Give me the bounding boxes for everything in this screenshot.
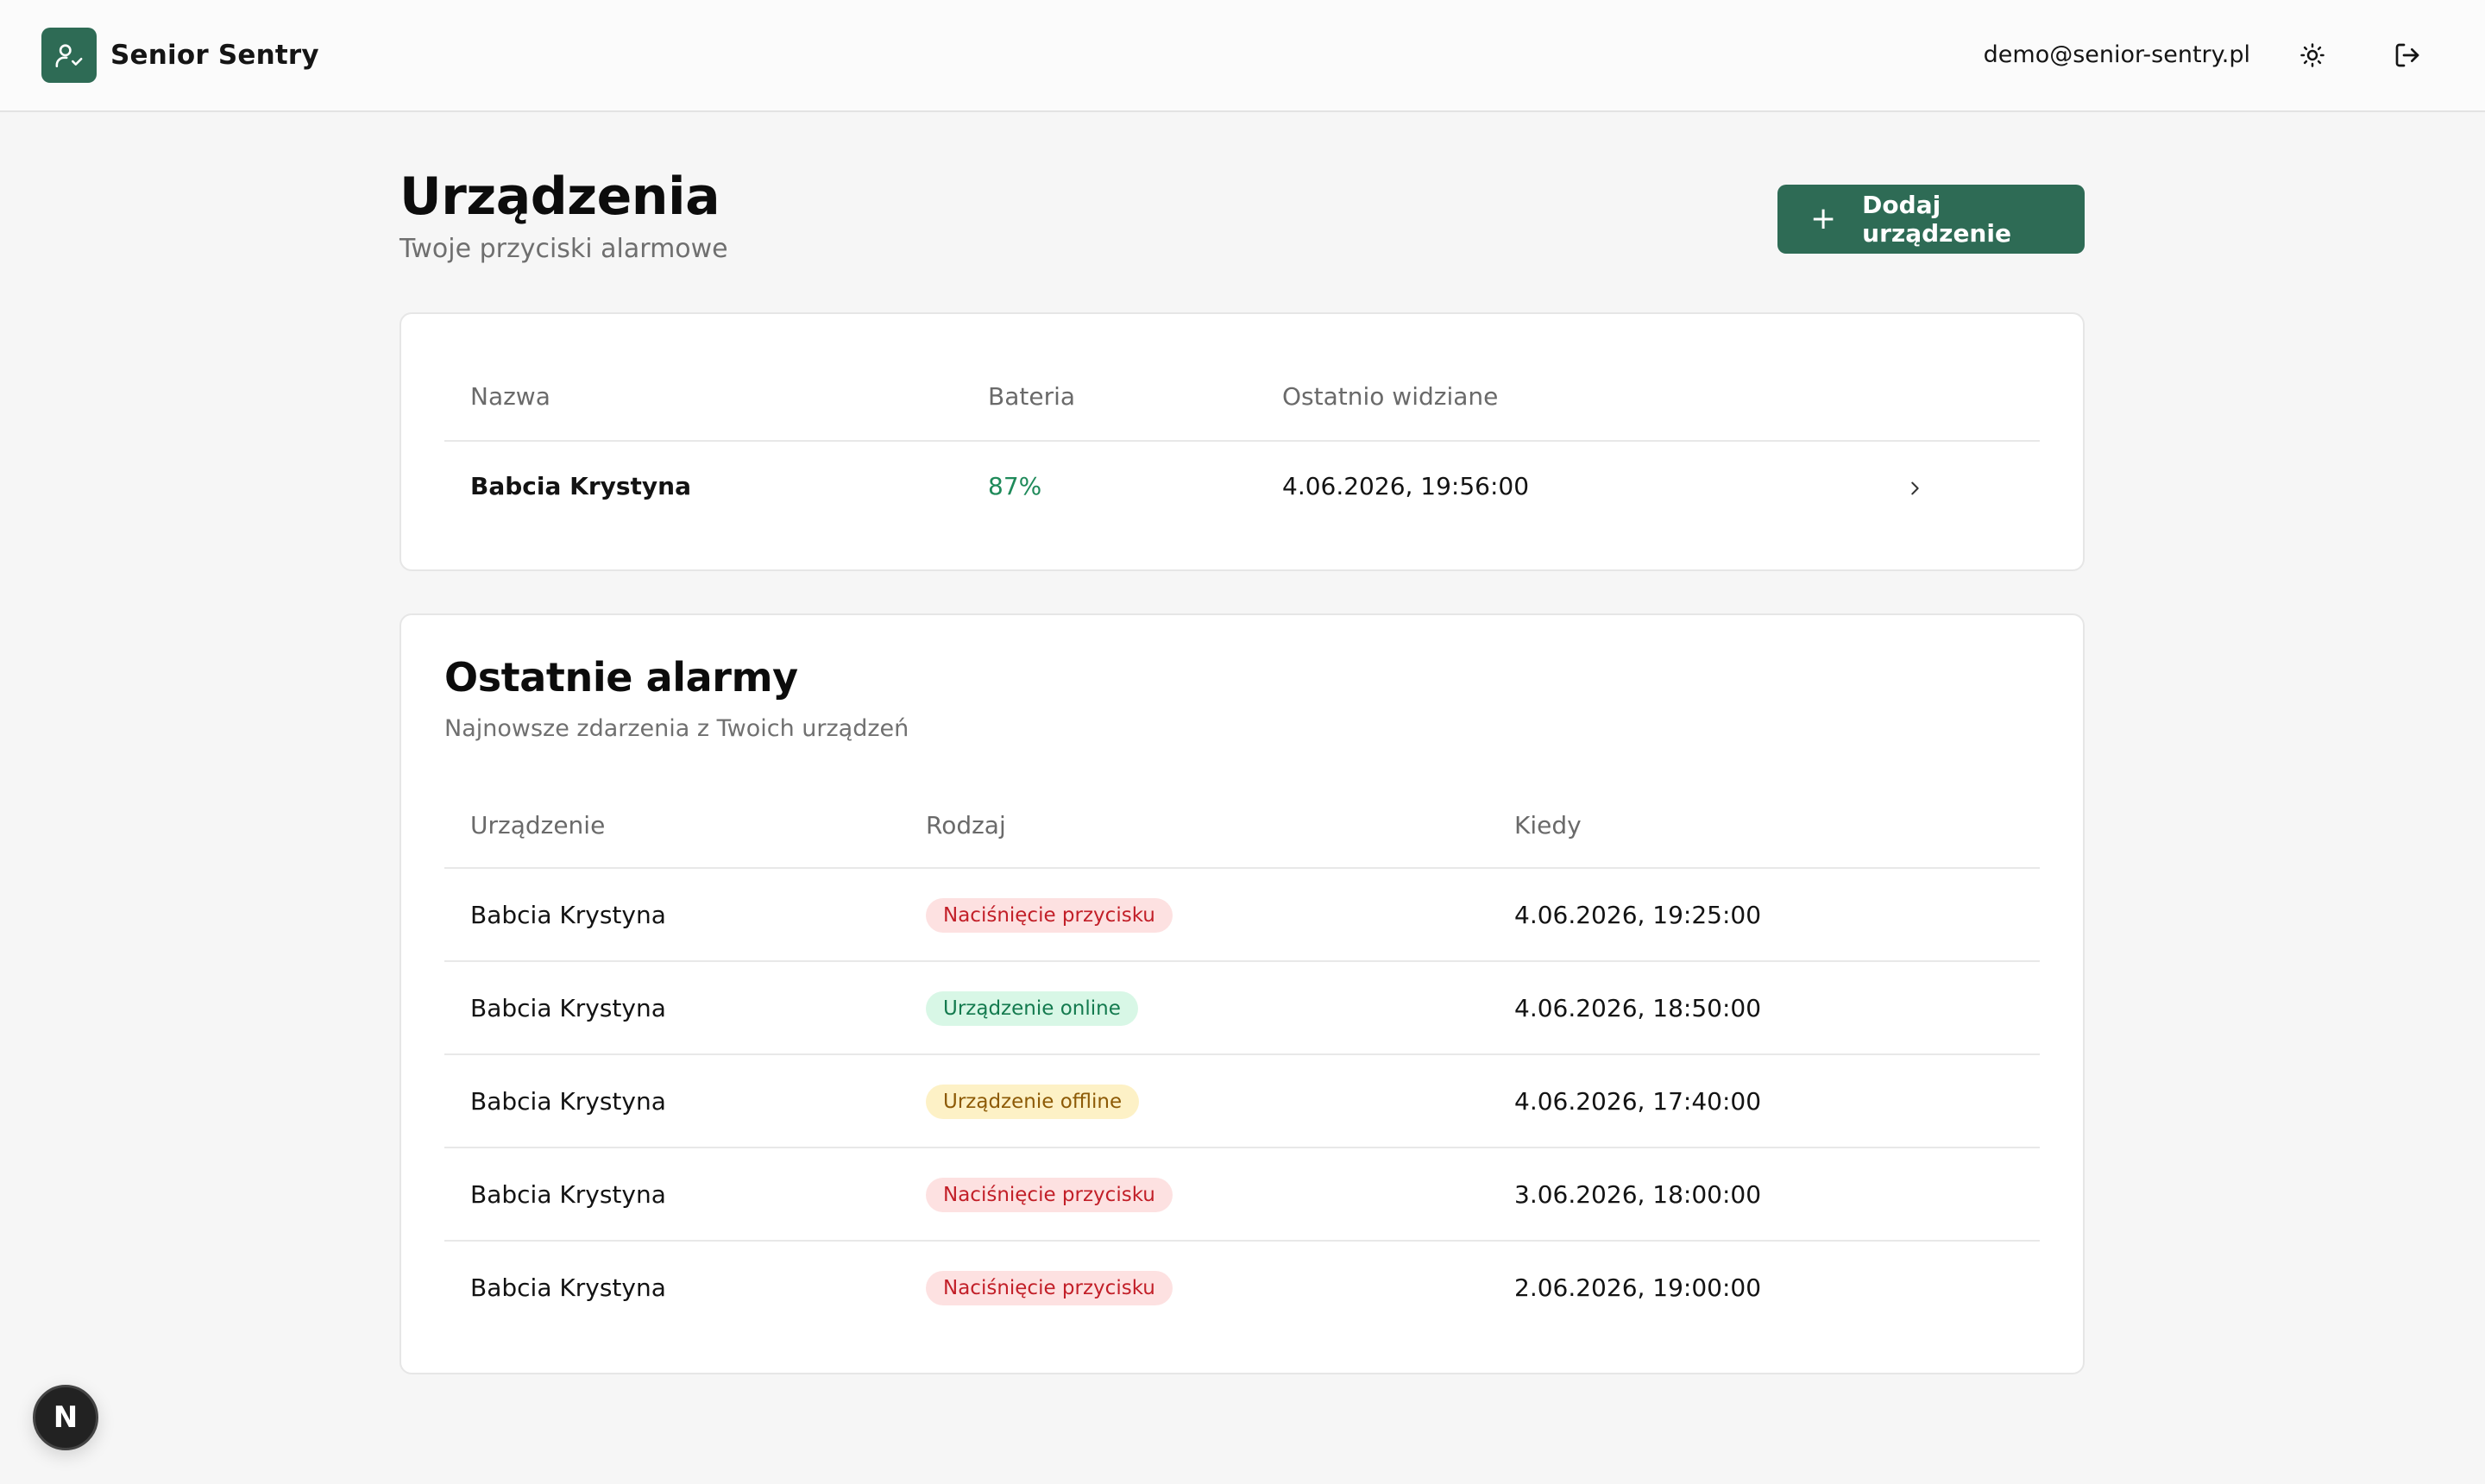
- table-divider: [444, 867, 2040, 869]
- device-battery: 87%: [988, 472, 1042, 500]
- alarm-when: 4.06.2026, 17:40:00: [1514, 1087, 1762, 1116]
- add-device-button[interactable]: + Dodaj urządzenie: [1777, 185, 2085, 254]
- alarm-when: 3.06.2026, 18:00:00: [1514, 1180, 1762, 1209]
- alarm-type-badge: Naciśnięcie przycisku: [926, 1271, 1173, 1305]
- next-logo-icon: N: [53, 1400, 79, 1435]
- alarm-device: Babcia Krystyna: [470, 1180, 666, 1209]
- column-header-device: Urządzenie: [470, 811, 606, 839]
- row-divider: [444, 1240, 2040, 1242]
- alarm-device: Babcia Krystyna: [470, 994, 666, 1022]
- table-divider: [444, 440, 2040, 442]
- column-header-last-seen: Ostatnio widziane: [1282, 382, 1499, 411]
- row-divider: [444, 1053, 2040, 1055]
- alarms-title: Ostatnie alarmy: [444, 654, 798, 701]
- dev-tools-button[interactable]: N: [33, 1385, 98, 1450]
- user-email: demo@senior-sentry.pl: [1983, 41, 2250, 68]
- alarm-type-badge: Urządzenie offline: [926, 1085, 1140, 1119]
- row-divider: [444, 960, 2040, 962]
- column-header-when: Kiedy: [1514, 811, 1582, 839]
- app-name[interactable]: Senior Sentry: [110, 35, 319, 76]
- chevron-right-icon[interactable]: [1899, 473, 1930, 504]
- sun-icon[interactable]: [2292, 35, 2333, 76]
- devices-card: Nazwa Bateria Ostatnio widziane Babcia K…: [399, 312, 2085, 571]
- alarm-when: 2.06.2026, 19:00:00: [1514, 1273, 1762, 1302]
- column-header-type: Rodzaj: [926, 811, 1006, 839]
- alarm-device: Babcia Krystyna: [470, 901, 666, 929]
- logout-icon[interactable]: [2387, 35, 2428, 76]
- alarm-when: 4.06.2026, 19:25:00: [1514, 901, 1762, 929]
- alarms-subtitle: Najnowsze zdarzenia z Twoich urządzeń: [444, 715, 909, 742]
- alarm-type-badge: Naciśnięcie przycisku: [926, 898, 1173, 933]
- device-name[interactable]: Babcia Krystyna: [470, 469, 691, 504]
- row-divider: [444, 1147, 2040, 1148]
- alarm-when: 4.06.2026, 18:50:00: [1514, 994, 1762, 1022]
- device-last-seen: 4.06.2026, 19:56:00: [1282, 472, 1530, 500]
- page-subtitle: Twoje przyciski alarmowe: [399, 234, 728, 264]
- alarm-device: Babcia Krystyna: [470, 1087, 666, 1116]
- column-header-name: Nazwa: [470, 382, 550, 411]
- user-check-icon[interactable]: [41, 28, 97, 83]
- plus-icon: +: [1810, 201, 1837, 236]
- alarms-card: Ostatnie alarmy Najnowsze zdarzenia z Tw…: [399, 613, 2085, 1374]
- page-title: Urządzenia: [399, 167, 720, 227]
- add-device-label: Dodaj urządzenie: [1862, 191, 2011, 248]
- top-bar: Senior Sentry demo@senior-sentry.pl: [0, 0, 2485, 112]
- alarm-device: Babcia Krystyna: [470, 1273, 666, 1302]
- alarm-type-badge: Urządzenie online: [926, 991, 1138, 1026]
- column-header-battery: Bateria: [988, 382, 1076, 411]
- alarm-type-badge: Naciśnięcie przycisku: [926, 1178, 1173, 1212]
